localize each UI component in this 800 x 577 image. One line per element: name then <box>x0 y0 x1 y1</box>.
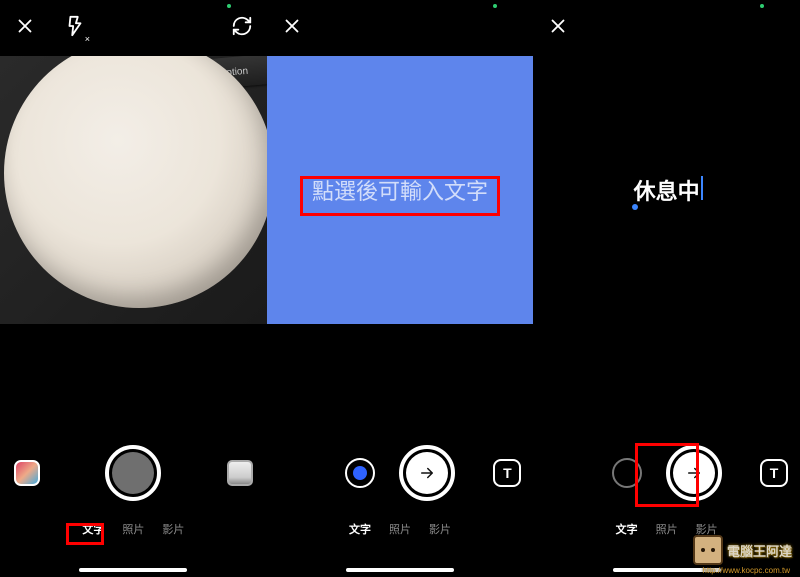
tab-text[interactable]: 文字 <box>349 521 371 537</box>
text-placeholder: 點選後可輸入文字 <box>312 174 488 206</box>
text-style-button[interactable]: T <box>493 459 521 487</box>
panel-text-empty: 點選後可輸入文字 T 文字 照片 影片 <box>267 0 534 577</box>
text-background: 休息中 <box>533 56 800 324</box>
camera-preview[interactable]: option <box>0 56 267 324</box>
watermark-name: 電腦王阿達 <box>727 541 792 560</box>
text-background: 點選後可輸入文字 <box>267 56 534 324</box>
tab-text[interactable]: 文字 <box>82 521 104 537</box>
color-picker-button[interactable] <box>345 458 375 488</box>
color-picker-button[interactable] <box>612 458 642 488</box>
submit-button[interactable] <box>399 445 455 501</box>
home-indicator[interactable] <box>346 568 454 572</box>
topbar <box>533 0 800 56</box>
panel-text-filled: 休息中 T 文字 照片 影片 <box>533 0 800 577</box>
text-style-button[interactable]: T <box>760 459 788 487</box>
text-controls: T <box>267 443 534 503</box>
watermark: 電腦王阿達 <box>693 535 792 565</box>
text-caret <box>701 176 703 200</box>
selection-handle-icon[interactable] <box>632 204 638 210</box>
close-icon[interactable] <box>281 15 303 42</box>
flash-off-icon[interactable]: × <box>64 15 86 42</box>
close-icon[interactable] <box>14 15 36 42</box>
topbar: × <box>0 0 267 56</box>
watermark-avatar-icon <box>693 535 723 565</box>
tab-text[interactable]: 文字 <box>616 521 638 537</box>
mode-tabs: 文字 照片 影片 <box>267 521 534 537</box>
text-canvas[interactable]: 點選後可輸入文字 <box>267 56 534 324</box>
submit-button[interactable] <box>666 445 722 501</box>
tab-photo[interactable]: 照片 <box>656 521 678 537</box>
home-indicator[interactable] <box>79 568 187 572</box>
status-dot-icon <box>227 4 231 8</box>
panel-camera: × option 文字 照片 影片 <box>0 0 267 577</box>
text-controls: T <box>533 443 800 503</box>
text-canvas[interactable]: 休息中 <box>533 56 800 324</box>
tab-video[interactable]: 影片 <box>162 521 184 537</box>
close-icon[interactable] <box>547 15 569 42</box>
gallery-button[interactable] <box>14 460 40 486</box>
triptych: × option 文字 照片 影片 <box>0 0 800 577</box>
shutter-button[interactable] <box>105 445 161 501</box>
watermark-url: http://www.kocpc.com.tw <box>702 566 790 575</box>
camera-controls <box>0 443 267 503</box>
text-value[interactable]: 休息中 <box>634 174 700 206</box>
tab-photo[interactable]: 照片 <box>122 521 144 537</box>
filter-button[interactable] <box>227 460 253 486</box>
mode-tabs: 文字 照片 影片 <box>0 521 267 537</box>
switch-camera-icon[interactable] <box>231 15 253 42</box>
tab-photo[interactable]: 照片 <box>389 521 411 537</box>
status-dot-icon <box>760 4 764 8</box>
tab-video[interactable]: 影片 <box>429 521 451 537</box>
topbar <box>267 0 534 56</box>
